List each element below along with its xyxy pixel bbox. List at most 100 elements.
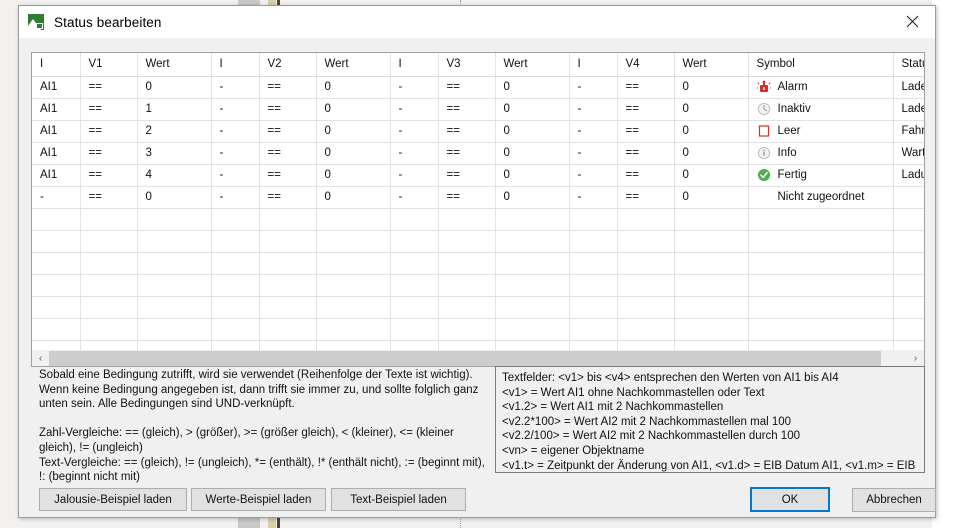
- table-cell-empty[interactable]: [893, 252, 924, 275]
- table-cell-empty[interactable]: [893, 318, 924, 341]
- table-cell-empty[interactable]: [390, 296, 439, 319]
- table-cell[interactable]: -: [569, 186, 618, 209]
- table-cell[interactable]: ==: [259, 142, 317, 165]
- table-cell-empty[interactable]: [569, 318, 618, 341]
- table-cell-empty[interactable]: [390, 208, 439, 231]
- table-cell-empty[interactable]: [259, 230, 317, 253]
- table-cell[interactable]: 0: [674, 142, 749, 165]
- column-header-v1[interactable]: V1: [80, 53, 138, 77]
- table-cell-empty[interactable]: [211, 230, 260, 253]
- statustext-cell[interactable]: [893, 186, 924, 209]
- table-cell[interactable]: 0: [674, 120, 749, 143]
- table-cell[interactable]: ==: [80, 76, 138, 99]
- table-cell-empty[interactable]: [137, 274, 212, 297]
- statustext-cell[interactable]: Fahrzeug lädt: [893, 120, 924, 143]
- column-header-wert2[interactable]: Wert: [316, 53, 391, 77]
- table-cell[interactable]: ==: [259, 120, 317, 143]
- table-cell-empty[interactable]: [211, 252, 260, 275]
- column-header-wert1[interactable]: Wert: [137, 53, 212, 77]
- scrollbar-thumb[interactable]: [49, 350, 881, 366]
- table-cell[interactable]: 0: [137, 186, 212, 209]
- table-cell-empty[interactable]: [137, 230, 212, 253]
- table-cell-empty[interactable]: [390, 274, 439, 297]
- table-cell-empty[interactable]: [390, 252, 439, 275]
- column-header-symbol[interactable]: Symbol: [748, 53, 894, 77]
- table-cell[interactable]: ==: [259, 164, 317, 187]
- table-cell[interactable]: AI1: [32, 76, 81, 99]
- table-cell-empty[interactable]: [748, 208, 894, 231]
- table-cell[interactable]: 0: [495, 98, 570, 121]
- table-cell-empty[interactable]: [748, 296, 894, 319]
- table-cell[interactable]: 3: [137, 142, 212, 165]
- table-cell[interactable]: AI1: [32, 98, 81, 121]
- table-cell-empty[interactable]: [748, 252, 894, 275]
- scrollbar-track[interactable]: [49, 350, 907, 366]
- load-werte-example-button[interactable]: Werte-Beispiel laden: [191, 488, 326, 511]
- table-cell-empty[interactable]: [316, 318, 391, 341]
- table-cell-empty[interactable]: [569, 296, 618, 319]
- table-cell[interactable]: 0: [495, 164, 570, 187]
- table-cell-empty[interactable]: [748, 318, 894, 341]
- table-cell[interactable]: 0: [137, 76, 212, 99]
- table-cell[interactable]: -: [569, 142, 618, 165]
- table-cell-empty[interactable]: [438, 274, 496, 297]
- table-cell[interactable]: 0: [495, 142, 570, 165]
- table-cell-empty[interactable]: [495, 296, 570, 319]
- table-row-empty[interactable]: [32, 252, 924, 275]
- table-cell-empty[interactable]: [316, 252, 391, 275]
- table-cell-empty[interactable]: [674, 208, 749, 231]
- table-row[interactable]: AI1==4-==0-==0-==0FertigLadung beendet, …: [32, 164, 924, 187]
- table-cell-empty[interactable]: [316, 274, 391, 297]
- table-cell-empty[interactable]: [495, 230, 570, 253]
- table-cell[interactable]: 0: [316, 164, 391, 187]
- table-cell[interactable]: -: [211, 164, 260, 187]
- table-cell[interactable]: 0: [495, 186, 570, 209]
- table-cell[interactable]: 0: [316, 186, 391, 209]
- column-header-i1[interactable]: I: [32, 53, 81, 77]
- table-cell-empty[interactable]: [674, 296, 749, 319]
- table-cell-empty[interactable]: [137, 318, 212, 341]
- table-cell-empty[interactable]: [32, 230, 81, 253]
- table-cell-empty[interactable]: [617, 318, 675, 341]
- table-cell-empty[interactable]: [211, 318, 260, 341]
- table-cell-empty[interactable]: [390, 230, 439, 253]
- symbol-cell[interactable]: Inaktiv: [748, 98, 894, 121]
- ok-button[interactable]: OK: [750, 487, 830, 512]
- table-cell[interactable]: ==: [438, 98, 496, 121]
- table-cell[interactable]: ==: [438, 120, 496, 143]
- table-cell-empty[interactable]: [748, 230, 894, 253]
- table-cell-empty[interactable]: [495, 252, 570, 275]
- table-row-empty[interactable]: [32, 230, 924, 253]
- table-row[interactable]: AI1==1-==0-==0-==0InaktivLadestation ber…: [32, 98, 924, 121]
- close-icon[interactable]: [889, 6, 935, 37]
- column-header-v2[interactable]: V2: [259, 53, 317, 77]
- table-cell-empty[interactable]: [32, 208, 81, 231]
- table-row-empty[interactable]: [32, 318, 924, 341]
- table-cell-empty[interactable]: [569, 274, 618, 297]
- table-cell-empty[interactable]: [893, 274, 924, 297]
- table-cell[interactable]: 1: [137, 98, 212, 121]
- table-cell[interactable]: -: [211, 120, 260, 143]
- table-cell[interactable]: -: [390, 120, 439, 143]
- table-cell[interactable]: -: [390, 76, 439, 99]
- table-cell[interactable]: -: [569, 120, 618, 143]
- table-cell[interactable]: 0: [674, 164, 749, 187]
- table-row[interactable]: AI1==2-==0-==0-==0LeerFahrzeug lädt1: [32, 120, 924, 143]
- table-cell-empty[interactable]: [617, 230, 675, 253]
- table-cell-empty[interactable]: [137, 252, 212, 275]
- table-cell[interactable]: 0: [316, 120, 391, 143]
- table-cell-empty[interactable]: [893, 208, 924, 231]
- table-cell-empty[interactable]: [438, 318, 496, 341]
- table-cell-empty[interactable]: [674, 252, 749, 275]
- symbol-cell[interactable]: Alarm: [748, 76, 894, 99]
- table-cell[interactable]: 0: [495, 120, 570, 143]
- table-cell-empty[interactable]: [32, 296, 81, 319]
- cancel-button[interactable]: Abbrechen: [852, 488, 936, 512]
- table-cell-empty[interactable]: [390, 318, 439, 341]
- table-cell-empty[interactable]: [617, 296, 675, 319]
- column-header-v4[interactable]: V4: [617, 53, 675, 77]
- table-cell-empty[interactable]: [80, 274, 138, 297]
- table-cell[interactable]: ==: [438, 186, 496, 209]
- table-cell-empty[interactable]: [438, 252, 496, 275]
- table-cell-empty[interactable]: [211, 296, 260, 319]
